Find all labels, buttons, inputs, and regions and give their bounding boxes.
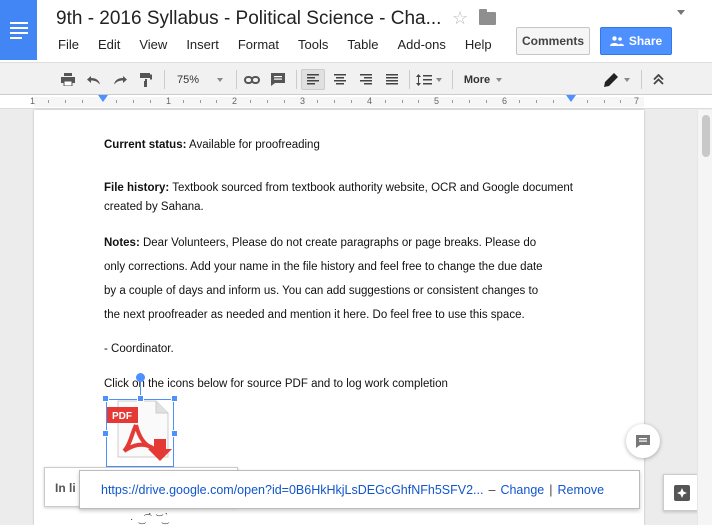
left-indent-marker[interactable] [98, 95, 108, 102]
notes-line: by a couple of days and inform us. You c… [104, 285, 539, 297]
notes-line: Dear Volunteers, Please do not create pa… [142, 237, 537, 249]
ruler-number: 2 [232, 96, 238, 106]
chevron-down-icon [624, 77, 630, 82]
resize-handle[interactable] [171, 430, 178, 437]
collapse-header-icon[interactable] [677, 10, 685, 15]
justify-icon[interactable] [381, 69, 403, 90]
line-spacing-icon[interactable] [413, 69, 445, 90]
ruler-number: 1 [166, 96, 172, 106]
menu-view[interactable]: View [139, 37, 167, 52]
notes-paragraph: Notes: Dear Volunteers, Please do not cr… [104, 231, 574, 327]
instruction-text: Click on the icons below for source PDF … [104, 378, 448, 390]
undo-icon[interactable] [84, 69, 104, 90]
zoom-select[interactable]: 75% [170, 69, 230, 90]
link-bubble: https://drive.google.com/open?id=0B6HkHk… [79, 470, 640, 509]
history-paragraph: File history: Textbook sourced from text… [104, 179, 574, 217]
rotate-handle[interactable] [136, 373, 145, 382]
paint-format-icon[interactable] [136, 69, 156, 90]
chevron-down-icon [436, 77, 442, 82]
ruler-number: 5 [434, 96, 440, 106]
ruler-number: 1 [30, 96, 36, 106]
document-title[interactable]: 9th - 2016 Syllabus - Political Science … [56, 8, 441, 30]
partial-text-line: · ͜ ͡ ́ ͝ ͜ ̀ [130, 514, 171, 525]
menu-addons[interactable]: Add-ons [397, 37, 445, 52]
history-label: File history: [104, 182, 170, 194]
notes-line: the next proofreader as needed and menti… [104, 309, 525, 321]
menu-file[interactable]: File [58, 37, 79, 52]
more-label: More [463, 73, 491, 86]
scrollbar-thumb[interactable] [702, 115, 710, 157]
folder-icon[interactable] [479, 9, 496, 25]
star-icon[interactable]: ☆ [452, 8, 468, 29]
comment-icon[interactable] [268, 69, 288, 90]
vertical-scrollbar[interactable] [697, 110, 712, 525]
toolbar: 75% More [0, 62, 712, 95]
menu-insert[interactable]: Insert [186, 37, 219, 52]
menu-tools[interactable]: Tools [298, 37, 328, 52]
status-paragraph: Current status: Available for proofreadi… [104, 139, 574, 151]
image-selection-frame[interactable] [106, 399, 174, 467]
people-icon [609, 36, 624, 46]
pen-icon[interactable] [598, 69, 636, 90]
app-header: 9th - 2016 Syllabus - Political Science … [0, 0, 712, 62]
ruler-number: 7 [634, 96, 640, 106]
menu-table[interactable]: Table [347, 37, 378, 52]
ruler-number: 6 [502, 96, 508, 106]
change-link-button[interactable]: Change [500, 483, 544, 497]
resize-handle[interactable] [102, 395, 109, 402]
share-button[interactable]: Share [600, 27, 672, 55]
notes-label: Notes: [104, 237, 140, 249]
menu-help[interactable]: Help [465, 37, 492, 52]
link-separator: | [549, 482, 553, 497]
share-label: Share [628, 34, 663, 48]
menu-format[interactable]: Format [238, 37, 279, 52]
resize-handle[interactable] [102, 430, 109, 437]
comments-button[interactable]: Comments [516, 27, 590, 55]
resize-handle[interactable] [137, 395, 144, 402]
status-value: Available for proofreading [189, 139, 320, 151]
ruler-number: 4 [367, 96, 373, 106]
history-line: Textbook sourced from textbook authority… [172, 182, 573, 194]
signature: - Coordinator. [104, 343, 174, 355]
status-label: Current status: [104, 139, 187, 151]
print-icon[interactable] [58, 69, 78, 90]
zoom-value: 75% [176, 73, 200, 86]
notes-line: only corrections. Add your name in the f… [104, 261, 543, 273]
explore-icon[interactable] [663, 474, 700, 511]
history-line: created by Sahana. [104, 201, 204, 213]
chevron-down-icon [217, 77, 224, 82]
ruler[interactable]: 1 1 2 3 4 5 6 7 [0, 95, 712, 109]
ruler-number: 3 [300, 96, 306, 106]
align-left-icon[interactable] [301, 69, 325, 90]
resize-handle[interactable] [171, 395, 178, 402]
more-button[interactable]: More [458, 69, 508, 90]
remove-link-button[interactable]: Remove [557, 483, 604, 497]
align-center-icon[interactable] [329, 69, 351, 90]
docs-home-icon[interactable] [0, 0, 37, 60]
link-icon[interactable] [242, 69, 262, 90]
menu-bar: File Edit View Insert Format Tools Table… [58, 37, 547, 52]
add-comment-icon[interactable] [626, 424, 660, 458]
chevron-down-icon [496, 77, 503, 82]
menu-edit[interactable]: Edit [98, 37, 120, 52]
inline-option-label: In li [55, 481, 76, 495]
redo-icon[interactable] [110, 69, 130, 90]
right-indent-marker[interactable] [566, 95, 576, 102]
align-right-icon[interactable] [355, 69, 377, 90]
link-url[interactable]: https://drive.google.com/open?id=0B6HkHk… [101, 483, 483, 497]
collapse-icon[interactable] [648, 69, 668, 90]
link-separator: – [488, 482, 496, 497]
